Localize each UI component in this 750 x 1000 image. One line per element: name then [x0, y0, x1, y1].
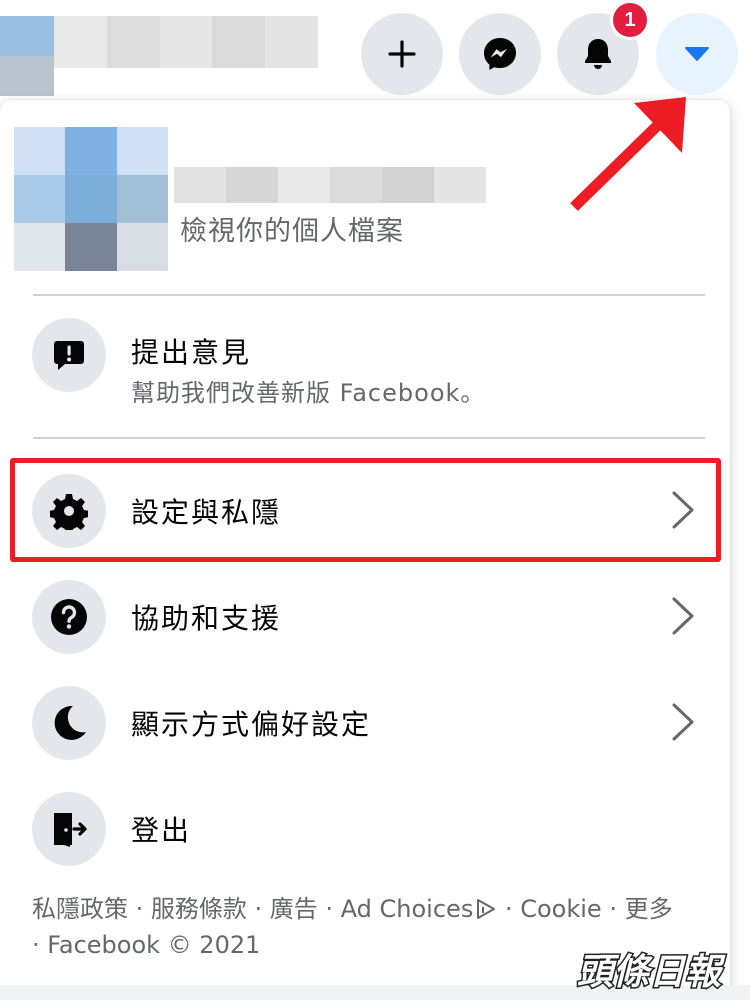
help-support-label: 協助和支援: [131, 602, 282, 635]
notification-count-badge: 1: [610, 0, 650, 40]
separator: ·: [317, 895, 341, 923]
blurred-avatar-thumbnail[interactable]: [0, 16, 54, 96]
give-feedback-item[interactable]: 提出意見 幫助我們改善新版 Facebook。: [14, 300, 716, 407]
account-menu-button[interactable]: [656, 13, 738, 95]
feedback-description: 幫助我們改善新版 Facebook。: [131, 379, 486, 407]
terms-link[interactable]: 服務條款: [151, 895, 247, 923]
chevron-right-icon: [669, 702, 697, 746]
feedback-label: 提出意見: [131, 336, 252, 369]
copyright-text: Facebook © 2021: [47, 931, 261, 959]
caret-down-icon: [684, 46, 710, 62]
question-icon: [32, 580, 106, 654]
top-navigation-bar: 1: [0, 0, 750, 100]
messenger-button[interactable]: [459, 13, 541, 95]
messenger-icon: [482, 36, 518, 72]
separator: ·: [601, 895, 625, 923]
separator: ·: [128, 895, 151, 923]
privacy-policy-link[interactable]: 私隱政策: [32, 895, 128, 923]
moon-icon: [32, 686, 106, 760]
separator: ·: [246, 895, 270, 923]
feedback-exclamation-icon: [32, 318, 106, 392]
separator: ·: [32, 931, 48, 959]
divider: [33, 294, 705, 296]
chevron-right-icon: [669, 596, 697, 640]
logout-label: 登出: [131, 814, 192, 847]
newspaper-watermark-logo: 頭條日報: [576, 951, 728, 995]
display-preferences-item[interactable]: 顯示方式偏好設定: [14, 672, 716, 772]
blurred-profile-picture: [14, 127, 168, 271]
help-support-item[interactable]: 協助和支援: [14, 566, 716, 666]
blurred-profile-name: [174, 167, 486, 203]
separator: ·: [497, 895, 521, 923]
create-button[interactable]: [361, 13, 443, 95]
logout-item[interactable]: 登出: [14, 778, 716, 878]
bell-icon: [582, 37, 614, 71]
ad-choices-link[interactable]: Ad Choices: [341, 895, 498, 923]
plus-icon: [387, 39, 417, 69]
display-preferences-label: 顯示方式偏好設定: [131, 708, 372, 741]
red-highlight-box: [10, 458, 721, 562]
logout-icon: [32, 792, 106, 866]
advertising-link[interactable]: 廣告: [270, 895, 318, 923]
blurred-user-name[interactable]: [54, 16, 318, 68]
red-arrow-annotation: [570, 97, 686, 211]
cookie-link[interactable]: Cookie: [520, 895, 601, 923]
divider: [33, 437, 705, 439]
watermark-text: 頭條日報: [577, 952, 726, 993]
view-profile-text: 檢視你的個人檔案: [180, 216, 404, 247]
ad-choices-icon: [475, 896, 497, 929]
ad-choices-label: Ad Choices: [340, 895, 474, 923]
more-link[interactable]: 更多: [625, 895, 673, 923]
